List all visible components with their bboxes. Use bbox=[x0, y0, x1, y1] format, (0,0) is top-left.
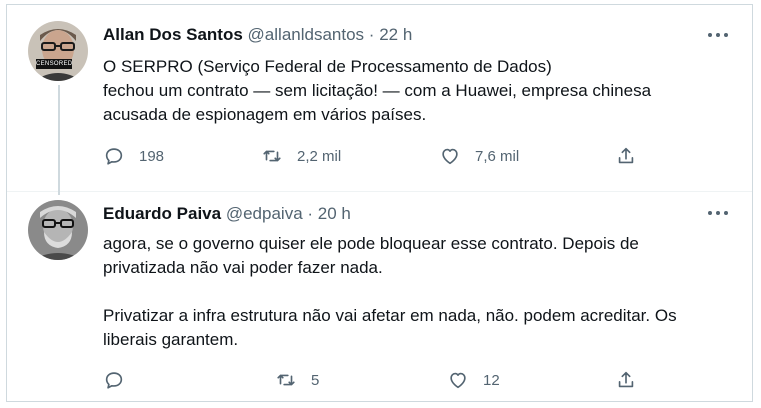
tweet-text: agora, se o governo quiser ele pode bloq… bbox=[103, 234, 677, 349]
share-button[interactable] bbox=[615, 368, 637, 392]
display-name[interactable]: Allan Dos Santos bbox=[103, 25, 243, 44]
tweet-eduardo[interactable]: Eduardo Paiva @edpaiva · 20 h agora, se … bbox=[7, 191, 752, 401]
heart-icon bbox=[442, 148, 458, 165]
user-handle[interactable]: @allanldsantos bbox=[248, 25, 365, 44]
censored-badge: CENSORED bbox=[36, 59, 73, 69]
avatar[interactable]: CENSORED bbox=[28, 21, 88, 81]
heart-icon bbox=[450, 372, 466, 389]
share-button[interactable] bbox=[615, 144, 637, 168]
timestamp[interactable]: 22 h bbox=[379, 25, 412, 44]
tweet-allan[interactable]: CENSORED Allan Dos Santos @allanldsantos… bbox=[7, 5, 752, 195]
separator: · bbox=[307, 204, 314, 223]
timestamp[interactable]: 20 h bbox=[318, 204, 351, 223]
retweet-button[interactable]: 2,2 mil bbox=[261, 144, 341, 168]
like-count: 12 bbox=[483, 371, 500, 389]
like-button[interactable]: 7,6 mil bbox=[439, 144, 519, 168]
like-count: 7,6 mil bbox=[475, 147, 520, 165]
tweet-actions: 198 2,2 mil 7,6 mil bbox=[103, 144, 643, 168]
tweet-thread: CENSORED Allan Dos Santos @allanldsantos… bbox=[6, 4, 753, 402]
tweet-header: Eduardo Paiva @edpaiva · 20 h bbox=[103, 204, 351, 224]
retweet-count: 2,2 mil bbox=[297, 147, 342, 165]
tweet-header: Allan Dos Santos @allanldsantos · 22 h bbox=[103, 25, 412, 45]
tweet-actions: 5 12 bbox=[103, 368, 643, 392]
separator: · bbox=[368, 25, 375, 44]
user-handle[interactable]: @edpaiva bbox=[226, 204, 303, 223]
display-name[interactable]: Eduardo Paiva bbox=[103, 204, 221, 223]
retweet-icon bbox=[277, 374, 295, 386]
tweet-text: O SERPRO (Serviço Federal de Processamen… bbox=[103, 57, 652, 124]
reply-icon bbox=[105, 148, 123, 165]
more-options-icon[interactable] bbox=[708, 31, 730, 39]
like-button[interactable]: 12 bbox=[447, 368, 500, 392]
reply-button[interactable]: 198 bbox=[103, 144, 164, 168]
avatar[interactable] bbox=[28, 200, 88, 260]
retweet-icon bbox=[263, 150, 281, 162]
share-icon bbox=[618, 371, 634, 388]
reply-icon bbox=[105, 372, 123, 389]
share-icon bbox=[618, 147, 634, 164]
reply-count: 198 bbox=[139, 147, 165, 165]
reply-button[interactable] bbox=[103, 368, 139, 392]
retweet-count: 5 bbox=[311, 371, 320, 389]
more-options-icon[interactable] bbox=[708, 209, 730, 217]
thread-line bbox=[58, 85, 60, 195]
retweet-button[interactable]: 5 bbox=[275, 368, 319, 392]
